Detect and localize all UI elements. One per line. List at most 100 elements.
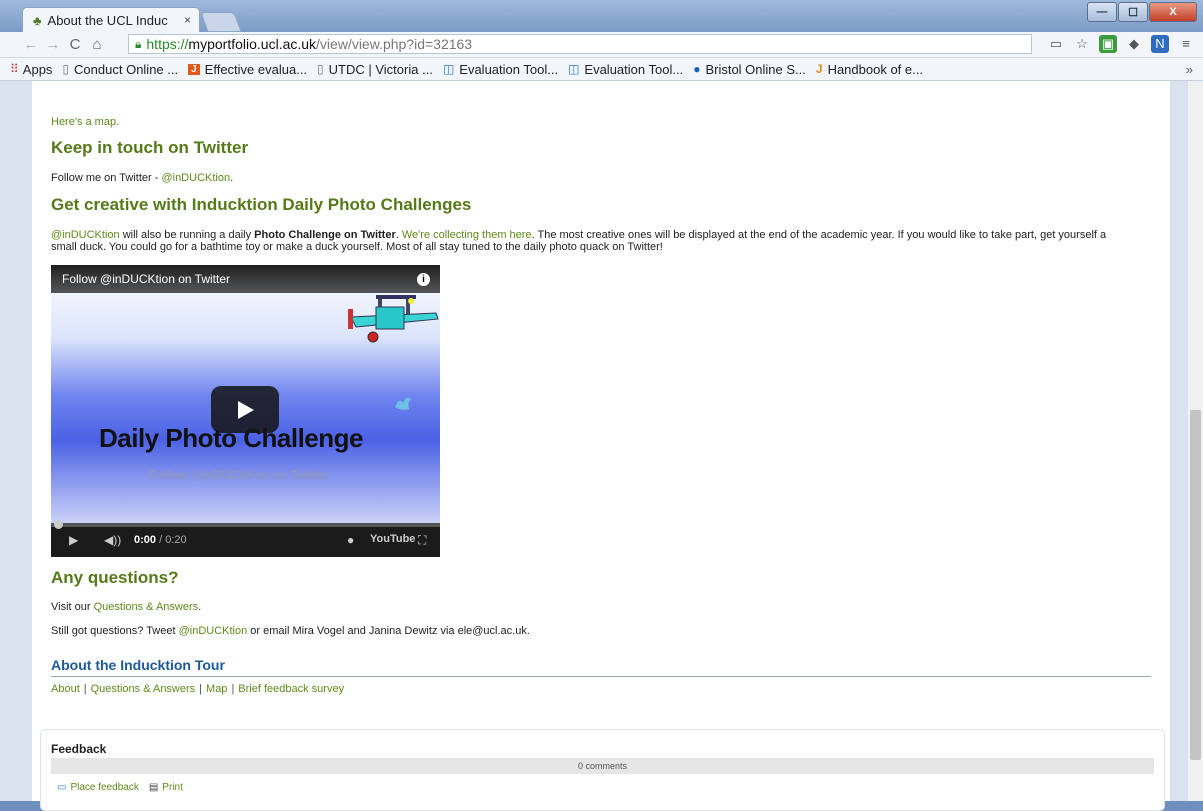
- about-map-link[interactable]: Map: [206, 683, 227, 695]
- tab-close-icon[interactable]: ×: [184, 13, 191, 27]
- play-button[interactable]: [211, 386, 279, 433]
- url-scheme: https://: [146, 36, 189, 52]
- time-current: 0:00: [134, 534, 157, 546]
- creative-bold: Photo Challenge on Twitter: [254, 229, 396, 241]
- bookmark-label: UTDC | Victoria ...: [328, 61, 433, 77]
- page-icon: ▯: [62, 62, 70, 76]
- creative-text-3: . The most creative ones will be display…: [531, 229, 1107, 241]
- qa-link[interactable]: Questions & Answers: [94, 601, 199, 613]
- maximize-button[interactable]: ☐: [1118, 2, 1148, 22]
- duck-favicon-icon: ♣: [33, 12, 42, 28]
- about-heading: About the Inducktion Tour: [51, 657, 225, 673]
- bookmark-star-icon[interactable]: ☆: [1073, 35, 1091, 53]
- apps-grid-icon: ⠿: [10, 62, 19, 76]
- close-window-button[interactable]: X: [1149, 2, 1197, 22]
- reload-icon[interactable]: C: [64, 36, 86, 53]
- bookmark-item[interactable]: ● Bristol Online S...: [693, 62, 806, 77]
- about-qa-link[interactable]: Questions & Answers: [91, 683, 196, 695]
- feedback-title: Feedback: [51, 742, 107, 756]
- video-progress-bar[interactable]: [51, 520, 440, 529]
- forward-arrow-icon[interactable]: →: [42, 36, 64, 53]
- window-controls: — ☐ X: [1087, 2, 1197, 22]
- still-handle-link[interactable]: @inDUCKtion: [179, 625, 248, 637]
- url-path: /view/view.php?id=32163: [316, 36, 473, 52]
- twitter-text-end: .: [230, 172, 234, 184]
- separator: |: [199, 683, 203, 695]
- separator: |: [231, 683, 235, 695]
- print-label: Print: [162, 782, 183, 793]
- bookmark-label: Handbook of e...: [827, 61, 923, 77]
- video-title[interactable]: Follow @inDUCKtion on Twitter: [51, 265, 440, 293]
- duck-silhouette-icon: [395, 397, 411, 410]
- still-end: or email Mira Vogel and Janina Dewitz vi…: [247, 625, 530, 637]
- about-link[interactable]: About: [51, 683, 80, 695]
- window-titlebar: ♣ About the UCL Induc × — ☐ X: [0, 0, 1203, 32]
- creative-text-1: will also be running a daily: [119, 229, 255, 241]
- bookmarks-bar: ⠿ Apps ▯ Conduct Online ... J Effective …: [0, 58, 1203, 81]
- browser-tab[interactable]: ♣ About the UCL Induc ×: [22, 7, 200, 32]
- twitter-handle-link[interactable]: @inDUCKtion: [161, 172, 230, 184]
- youtube-logo[interactable]: YouTube: [370, 533, 415, 545]
- bristol-icon: ●: [693, 62, 701, 76]
- back-arrow-icon[interactable]: ←: [20, 36, 42, 53]
- creative-line-2: small duck. You could go for a bathtime …: [51, 241, 663, 253]
- bookmark-item[interactable]: J Handbook of e...: [816, 62, 923, 77]
- evernote-extension-icon[interactable]: ▣: [1099, 35, 1117, 53]
- url-host: myportfolio.ucl.ac.uk: [188, 36, 317, 52]
- jisc-icon: J: [815, 62, 823, 76]
- feedback-panel: Feedback 0 comments ▭ Place feedback ▤ Pri…: [40, 729, 1165, 811]
- collecting-link[interactable]: We're collecting them here: [402, 229, 532, 241]
- video-time: 0:00 / 0:20: [134, 534, 187, 546]
- minimize-button[interactable]: —: [1087, 2, 1117, 22]
- place-feedback-button[interactable]: ▭ Place feedback: [57, 782, 139, 793]
- extension-icon[interactable]: ◆: [1125, 35, 1143, 53]
- volume-icon[interactable]: ◀)): [104, 533, 121, 547]
- about-divider: [51, 676, 1151, 677]
- map-link[interactable]: Here's a map.: [51, 116, 119, 128]
- about-survey-link[interactable]: Brief feedback survey: [238, 683, 344, 695]
- map-paragraph: Here's a map.: [51, 116, 119, 128]
- scrollbar-thumb[interactable]: [1190, 410, 1201, 760]
- page-icon: ▯: [317, 62, 324, 76]
- bookmark-item[interactable]: ◫ Evaluation Tool...: [568, 62, 683, 77]
- visit-end: .: [198, 601, 202, 613]
- bookmark-item[interactable]: ▯ UTDC | Victoria ...: [317, 62, 433, 77]
- print-button[interactable]: ▤ Print: [149, 782, 183, 793]
- feedback-actions: ▭ Place feedback ▤ Print: [57, 782, 183, 793]
- visit-paragraph: Visit our Questions & Answers.: [51, 601, 201, 613]
- menu-icon[interactable]: ≡: [1177, 35, 1195, 53]
- youtube-video-player[interactable]: Follow @inDUCKtion on Twitter i Daily Ph…: [51, 265, 440, 557]
- home-icon[interactable]: ⌂: [86, 36, 108, 53]
- fullscreen-icon[interactable]: ⛶: [418, 533, 426, 548]
- lock-icon: 🔒︎: [135, 36, 142, 51]
- video-sub-text: Follow @inDUCKtion on Twitter: [149, 468, 330, 482]
- bookmark-item[interactable]: ◫ Evaluation Tool...: [443, 62, 558, 77]
- progress-handle[interactable]: [54, 520, 63, 529]
- twitter-text: Follow me on Twitter -: [51, 172, 162, 184]
- twitter-paragraph: Follow me on Twitter - @inDUCKtion.: [51, 172, 233, 184]
- bookmark-apps[interactable]: ⠿ Apps: [10, 62, 52, 77]
- comment-icon: ▭: [57, 782, 67, 793]
- trello-icon: ◫: [568, 62, 580, 76]
- new-extension-icon[interactable]: N: [1151, 35, 1169, 53]
- info-icon[interactable]: i: [417, 273, 430, 286]
- new-tab-button[interactable]: [200, 12, 242, 32]
- settings-icon[interactable]: ●: [347, 533, 354, 547]
- comments-count: 0 comments: [51, 758, 1154, 774]
- page-icon[interactable]: ▭: [1047, 35, 1065, 53]
- bookmark-label: Effective evalua...: [204, 61, 308, 77]
- bookmark-item[interactable]: ▯ Conduct Online ...: [62, 62, 178, 77]
- bookmark-item[interactable]: J Effective evalua...: [188, 62, 307, 77]
- still-text: Still got questions? Tweet: [51, 625, 179, 637]
- bookmark-label: Evaluation Tool...: [459, 61, 559, 77]
- bookmark-label: Apps: [22, 61, 53, 77]
- creative-handle-link[interactable]: @inDUCKtion: [51, 229, 120, 241]
- time-total: / 0:20: [156, 534, 187, 546]
- bookmarks-overflow-icon[interactable]: »: [1186, 62, 1193, 77]
- play-icon[interactable]: ▶: [69, 533, 78, 547]
- visit-text: Visit our: [51, 601, 94, 613]
- questions-heading: Any questions?: [51, 568, 179, 587]
- bookmark-label: Conduct Online ...: [74, 61, 179, 77]
- biplane-icon: [348, 295, 439, 343]
- address-bar[interactable]: 🔒︎ https:// myportfolio.ucl.ac.uk /view/…: [128, 34, 1032, 54]
